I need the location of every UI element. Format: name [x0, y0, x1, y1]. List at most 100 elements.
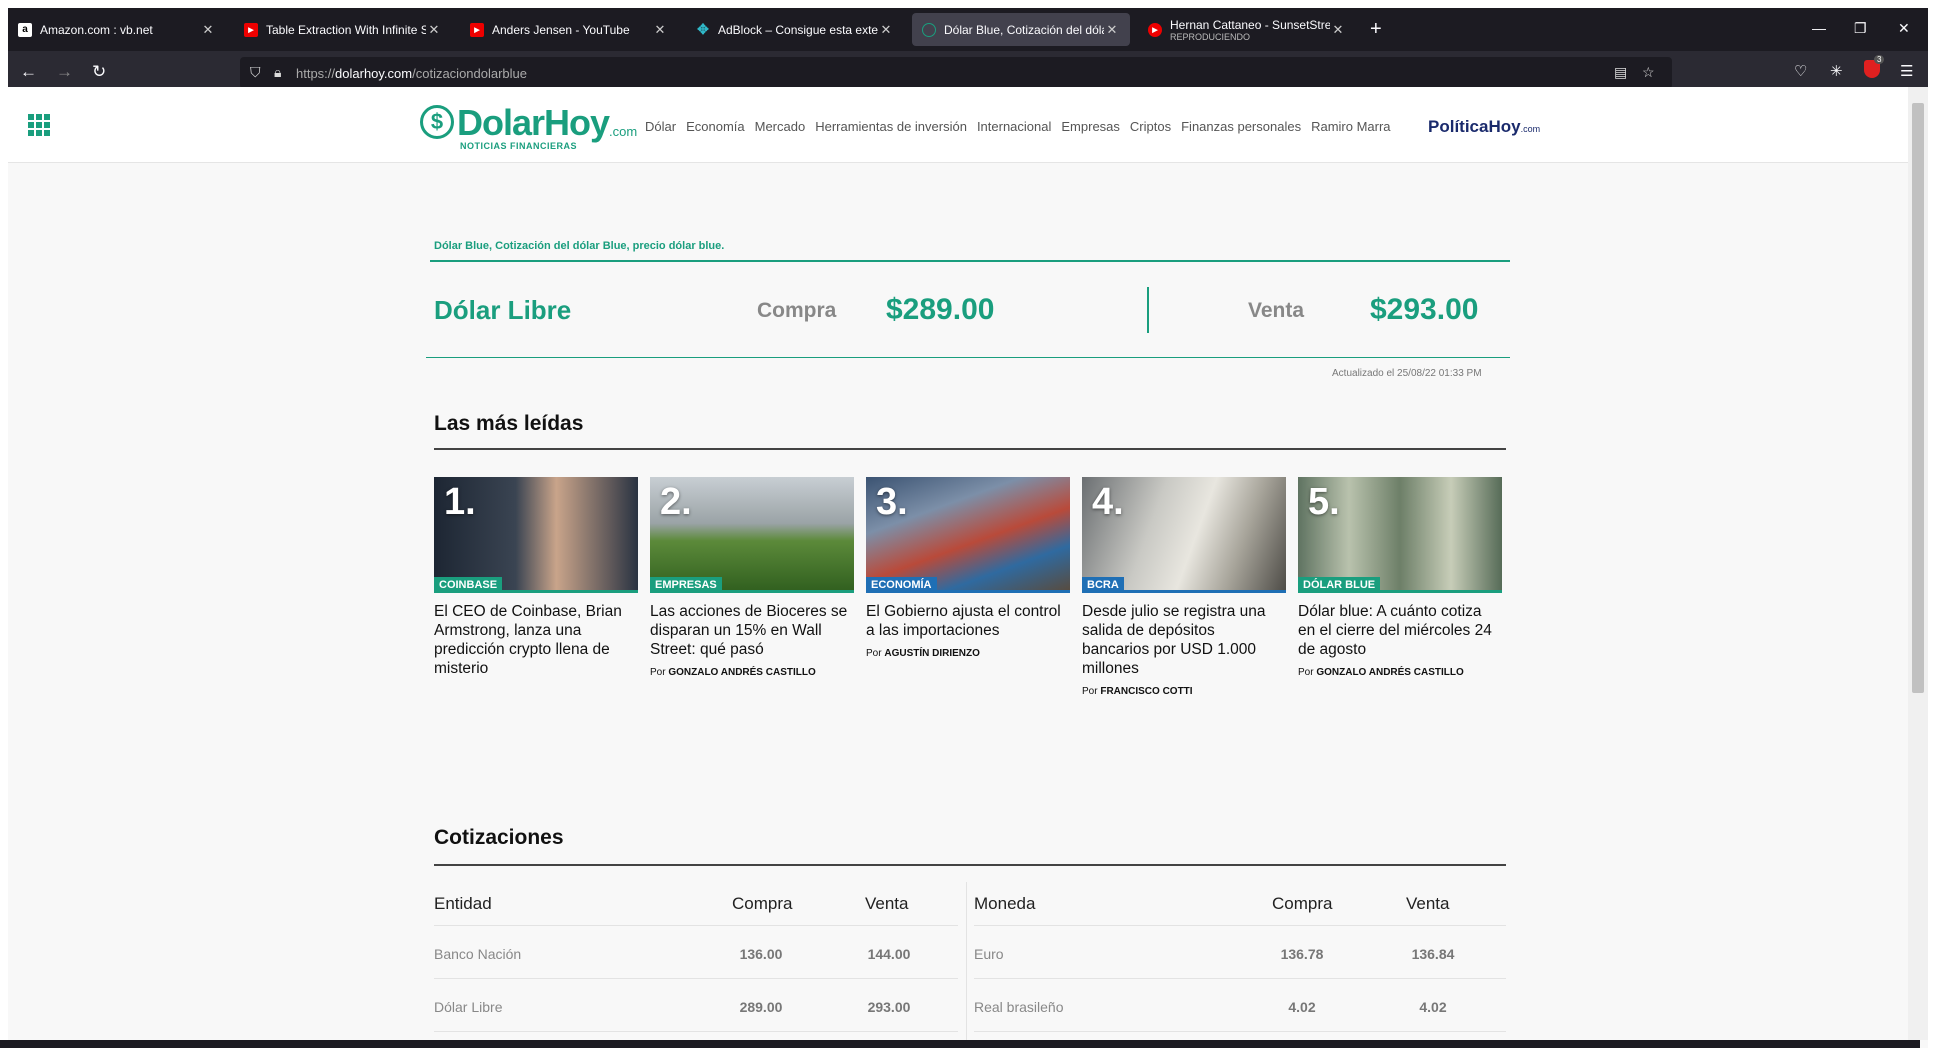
amazon-icon: a	[18, 22, 32, 37]
sell-value: $293.00	[1370, 293, 1479, 326]
youtube-icon: ▶	[244, 22, 258, 37]
news-headline[interactable]: Desde julio se registra una salida de de…	[1082, 602, 1286, 678]
reload-icon[interactable]: ↻	[92, 62, 106, 82]
table-cell[interactable]: Real brasileño	[974, 999, 1064, 1015]
news-headline[interactable]: El Gobierno ajusta el control a las impo…	[866, 602, 1070, 640]
table-cell: 4.02	[1419, 999, 1447, 1015]
close-tab-icon[interactable]: ✕	[1330, 22, 1346, 38]
minimize-icon[interactable]: —	[1812, 20, 1826, 36]
table-cell: 136.00	[739, 946, 783, 962]
buy-label: Compra	[757, 299, 837, 322]
table-cell: 136.78	[1280, 946, 1324, 962]
table-cell: 289.00	[739, 999, 783, 1015]
author-byline: Por FRANCISCO COTTI	[1082, 686, 1193, 697]
table-cell[interactable]: Dólar Libre	[434, 999, 502, 1015]
main-menu: Dólar Economía Mercado Herramientas de i…	[645, 119, 1391, 134]
scrollbar[interactable]	[1908, 87, 1928, 1040]
menu-item-internacional[interactable]: Internacional	[977, 119, 1051, 134]
reader-view-icon[interactable]: ▤	[1614, 64, 1627, 81]
menu-hamburger-icon[interactable]: ☰	[1900, 62, 1913, 80]
tab-table-extraction[interactable]: ▶ Table Extraction With Infinite Sc ✕	[234, 13, 452, 46]
author-byline: Por GONZALO ANDRÉS CASTILLO	[650, 667, 816, 678]
quotes-title: Cotizaciones	[434, 826, 564, 849]
menu-item-dolar[interactable]: Dólar	[645, 119, 676, 134]
extension-atom-icon[interactable]: ✳	[1830, 62, 1843, 80]
table-cell: 136.84	[1411, 946, 1455, 962]
close-tab-icon[interactable]: ✕	[200, 22, 216, 38]
news-headline[interactable]: El CEO de Coinbase, Brian Armstrong, lan…	[434, 602, 638, 678]
news-image: 4. BCRA	[1082, 477, 1286, 593]
menu-item-ramiro-marra[interactable]: Ramiro Marra	[1311, 119, 1390, 134]
table-cell[interactable]: Euro	[974, 946, 1004, 962]
bookmark-star-icon[interactable]: ☆	[1642, 64, 1655, 81]
news-image: 5. DÓLAR BLUE	[1298, 477, 1502, 593]
table-cell: 4.02	[1288, 999, 1316, 1015]
tab-anders-jensen[interactable]: ▶ Anders Jensen - YouTube ✕	[460, 13, 678, 46]
apps-grid-icon[interactable]	[28, 114, 50, 136]
lock-icon[interactable]: 🔒︎	[274, 64, 281, 81]
column-header-venta: Venta	[865, 894, 909, 913]
adblock-icon: ✥	[697, 21, 709, 37]
scrollbar-thumb[interactable]	[1912, 103, 1924, 693]
news-card[interactable]: 3. ECONOMÍA El Gobierno ajusta el contro…	[866, 477, 1070, 659]
news-card[interactable]: 1. COINBASE El CEO de Coinbase, Brian Ar…	[434, 477, 638, 678]
news-headline[interactable]: Las acciones de Bioceres se disparan un …	[650, 602, 854, 659]
close-tab-icon[interactable]: ✕	[652, 22, 668, 38]
category-badge[interactable]: ECONOMÍA	[866, 577, 937, 593]
breadcrumb[interactable]: Dólar Blue, Cotización del dólar Blue, p…	[434, 240, 724, 252]
forward-icon[interactable]: →	[56, 62, 73, 82]
web-page: $ DolarHoy .com NOTICIAS FINANCIERAS Dól…	[8, 87, 1908, 1040]
table-cell[interactable]: Banco Nación	[434, 946, 521, 962]
restore-icon[interactable]: ❐	[1854, 20, 1867, 37]
shield-icon[interactable]: ⛉	[250, 64, 261, 81]
divider	[430, 260, 1510, 262]
menu-item-criptos[interactable]: Criptos	[1130, 119, 1171, 134]
dolarhoy-logo[interactable]: $ DolarHoy .com NOTICIAS FINANCIERAS	[420, 105, 637, 151]
back-icon[interactable]: ←	[20, 62, 37, 82]
column-header-compra: Compra	[1272, 894, 1333, 913]
close-tab-icon[interactable]: ✕	[878, 22, 894, 38]
url-bar[interactable]: ⛉ 🔒︎ https://dolarhoy.com/cotizaciondola…	[240, 57, 1672, 89]
politicahoy-logo[interactable]: PolíticaHoy.com	[1428, 117, 1540, 137]
news-card[interactable]: 2. EMPRESAS Las acciones de Bioceres se …	[650, 477, 854, 678]
news-headline[interactable]: Dólar blue: A cuánto cotiza en el cierre…	[1298, 602, 1502, 659]
divider	[434, 448, 1506, 450]
updated-timestamp: Actualizado el 25/08/22 01:33 PM	[1332, 368, 1482, 379]
quote-title: Dólar Libre	[434, 295, 572, 325]
site-header: $ DolarHoy .com NOTICIAS FINANCIERAS Dól…	[8, 87, 1908, 163]
tab-dolar-blue[interactable]: Dólar Blue, Cotización del dólar ✕	[912, 13, 1130, 46]
close-tab-icon[interactable]: ✕	[426, 22, 442, 38]
pocket-icon[interactable]: ♡	[1794, 62, 1807, 80]
new-tab-icon[interactable]: +	[1370, 18, 1382, 41]
category-badge[interactable]: DÓLAR BLUE	[1298, 577, 1381, 593]
news-card[interactable]: 4. BCRA Desde julio se registra una sali…	[1082, 477, 1286, 697]
tab-bar: a Amazon.com : vb.net ✕ ▶ Table Extracti…	[8, 8, 1928, 51]
close-tab-icon[interactable]: ✕	[1104, 22, 1120, 38]
tab-adblock[interactable]: ✥ AdBlock – Consigue esta extens ✕	[686, 13, 904, 46]
author-byline: Por GONZALO ANDRÉS CASTILLO	[1298, 667, 1464, 678]
divider	[1147, 287, 1149, 333]
menu-item-empresas[interactable]: Empresas	[1061, 119, 1120, 134]
category-badge[interactable]: EMPRESAS	[650, 577, 722, 593]
youtube-icon: ▶	[470, 22, 484, 37]
menu-item-economia[interactable]: Economía	[686, 119, 745, 134]
menu-item-herramientas[interactable]: Herramientas de inversión	[815, 119, 967, 134]
url-text[interactable]: https://dolarhoy.com/cotizaciondolarblue	[296, 66, 527, 81]
news-card[interactable]: 5. DÓLAR BLUE Dólar blue: A cuánto cotiz…	[1298, 477, 1502, 678]
extension-badge: 3	[1874, 55, 1885, 64]
column-header-moneda: Moneda	[974, 894, 1036, 913]
tab-amazon[interactable]: a Amazon.com : vb.net ✕	[8, 13, 226, 46]
news-image: 1. COINBASE	[434, 477, 638, 593]
column-header-venta: Venta	[1406, 894, 1450, 913]
tab-hernan-cattaneo[interactable]: ▶ Hernan Cattaneo - SunsetStrean REPRODU…	[1138, 13, 1356, 46]
menu-item-finanzas[interactable]: Finanzas personales	[1181, 119, 1301, 134]
table-cell: 293.00	[867, 999, 911, 1015]
divider	[434, 864, 1506, 866]
table-cell: 144.00	[867, 946, 911, 962]
close-window-icon[interactable]: ✕	[1898, 20, 1910, 37]
most-read-title: Las más leídas	[434, 412, 584, 435]
category-badge[interactable]: BCRA	[1082, 577, 1124, 593]
menu-item-mercado[interactable]: Mercado	[755, 119, 806, 134]
category-badge[interactable]: COINBASE	[434, 577, 503, 593]
author-byline: Por AGUSTÍN DIRIENZO	[866, 648, 980, 659]
